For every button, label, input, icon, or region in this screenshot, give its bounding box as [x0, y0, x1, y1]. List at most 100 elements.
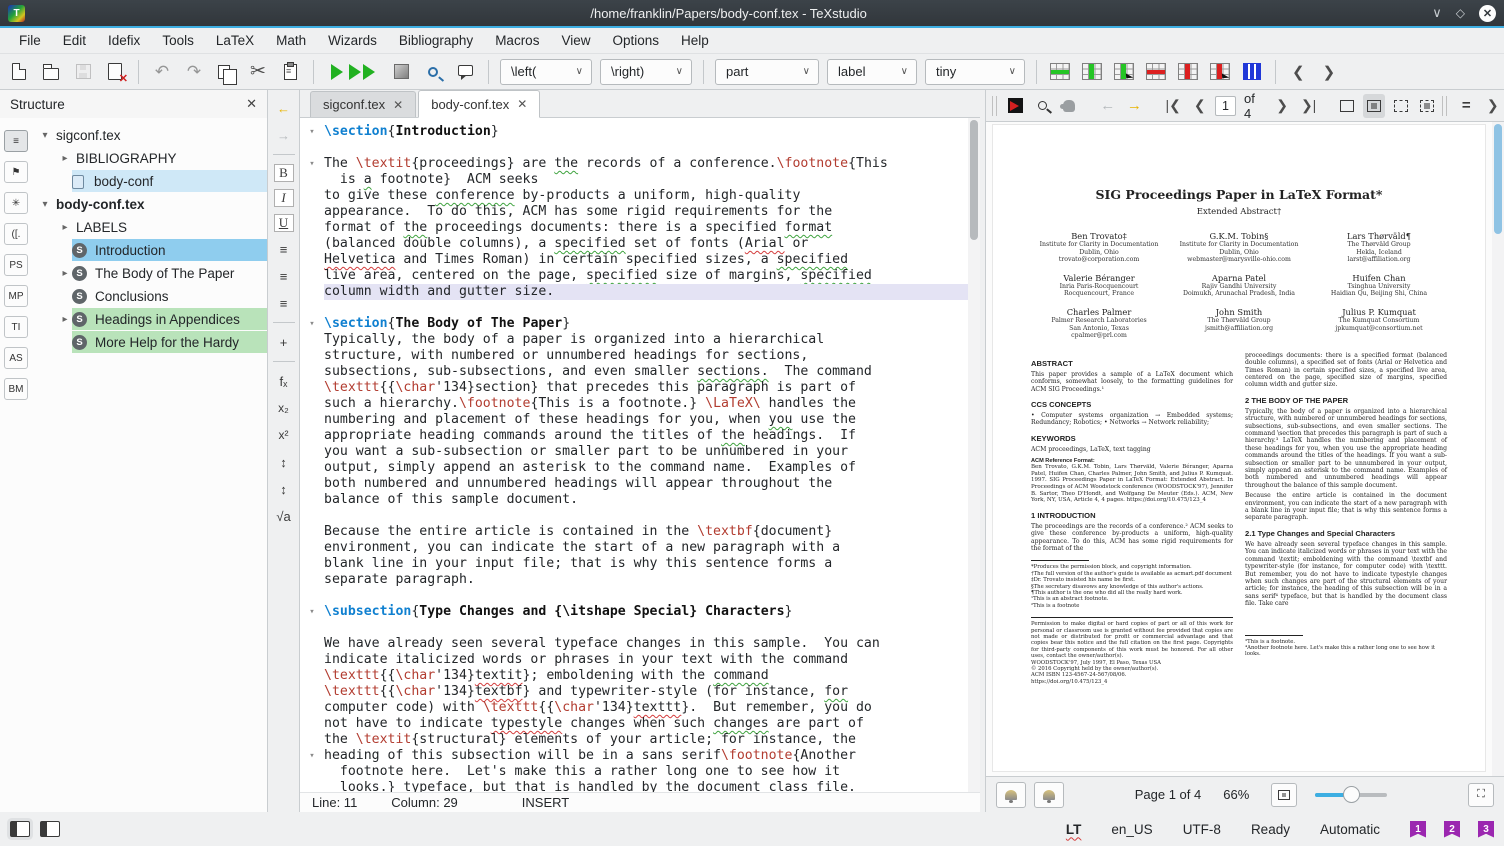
bookmark-2-button[interactable]: 2: [1444, 821, 1460, 838]
fold-marker-icon[interactable]: ▾: [300, 156, 324, 172]
structure-item-body-conf-tex[interactable]: ▾body-conf.tex: [32, 193, 267, 216]
superscript-button[interactable]: x²: [273, 425, 295, 445]
menu-math[interactable]: Math: [265, 30, 317, 51]
menu-macros[interactable]: Macros: [484, 30, 550, 51]
toggle-bottompanel-button[interactable]: [40, 821, 60, 837]
next-change-button[interactable]: →: [273, 125, 295, 145]
menu-bibliography[interactable]: Bibliography: [388, 30, 484, 51]
pdf-fullscreen-button[interactable]: ⛶: [1468, 783, 1494, 807]
add-column-button[interactable]: [1077, 58, 1107, 86]
fold-marker-icon[interactable]: ▾: [300, 604, 324, 620]
menu-options[interactable]: Options: [601, 30, 670, 51]
pdf-page-area[interactable]: SIG Proceedings Paper in LaTeX Format* E…: [986, 122, 1492, 776]
undo-button[interactable]: ↶: [147, 58, 177, 86]
collapse-icon[interactable]: ▾: [38, 130, 52, 141]
bookmark-1-button[interactable]: 1: [1410, 821, 1426, 838]
pdf-zoom-slider[interactable]: [1315, 793, 1387, 797]
new-document-button[interactable]: [4, 58, 34, 86]
dock-asymptote-icon[interactable]: AS: [4, 347, 28, 369]
editor-scrollbar[interactable]: [968, 118, 980, 792]
language-indicator[interactable]: en_US: [1111, 822, 1152, 837]
sectioning-combo[interactable]: part∨: [715, 59, 819, 85]
align-left-button[interactable]: ≡: [273, 239, 295, 259]
fit-custom-button[interactable]: [1416, 94, 1439, 118]
editor-code-area[interactable]: ▾\section{Introduction}▾The \textit{proc…: [300, 118, 968, 792]
remove-row-button[interactable]: [1141, 58, 1171, 86]
sqrt-button[interactable]: √a: [273, 506, 295, 526]
remove-column-button[interactable]: [1173, 58, 1203, 86]
view-pdf-button[interactable]: [418, 58, 448, 86]
align-center-button[interactable]: ≡: [273, 266, 295, 286]
fit-width-button[interactable]: [1336, 94, 1359, 118]
cut-column-button[interactable]: [1205, 58, 1235, 86]
label-combo[interactable]: label∨: [827, 59, 917, 85]
languagetool-indicator[interactable]: LT: [1066, 822, 1082, 837]
pdf-scrollbar[interactable]: [1492, 122, 1504, 776]
menu-edit[interactable]: Edit: [52, 30, 97, 51]
save-button[interactable]: [68, 58, 98, 86]
cut-button[interactable]: ✂: [243, 58, 273, 86]
pdf-expand-toolbar-button[interactable]: ❯: [1481, 94, 1504, 118]
menu-latex[interactable]: LaTeX: [205, 30, 265, 51]
toggle-sidepanel-button[interactable]: [10, 821, 30, 837]
paste-column-button[interactable]: [1109, 58, 1139, 86]
structure-item-labels[interactable]: ▸LABELS: [32, 216, 267, 239]
structure-item-conclusions[interactable]: SConclusions: [32, 285, 267, 308]
expand-icon[interactable]: ▸: [58, 314, 72, 325]
structure-item-the-body-of-the-paper[interactable]: ▸SThe Body of The Paper: [32, 262, 267, 285]
pdf-scroll-hand-button[interactable]: [1058, 94, 1081, 118]
encoding-indicator[interactable]: UTF-8: [1183, 822, 1221, 837]
structure-item-headings-in-appendices[interactable]: ▸SHeadings in Appendices: [32, 308, 267, 331]
frac-button[interactable]: ↕: [273, 452, 295, 472]
expand-icon[interactable]: ▸: [58, 268, 72, 279]
pdf-magnifier-button[interactable]: [1031, 94, 1054, 118]
toolbar-drag-handle[interactable]: [992, 96, 997, 116]
bookmark-3-button[interactable]: 3: [1478, 821, 1494, 838]
open-button[interactable]: [36, 58, 66, 86]
compile-button[interactable]: [354, 58, 384, 86]
minimize-button[interactable]: ∨: [1432, 5, 1442, 21]
toolbar-next-button[interactable]: ❯: [1315, 63, 1344, 81]
dock-structure-view-icon[interactable]: ≡: [4, 130, 28, 152]
dock-symbols-most-used-icon[interactable]: ✳: [4, 192, 28, 214]
bold-button[interactable]: B: [274, 164, 294, 182]
dock-metapost-icon[interactable]: MP: [4, 285, 28, 307]
copy-button[interactable]: [211, 58, 241, 86]
close-document-button[interactable]: ✕: [100, 58, 130, 86]
collapse-icon[interactable]: ▾: [38, 199, 52, 210]
dock-bookmarks-icon[interactable]: ⚑: [4, 161, 28, 183]
underline-button[interactable]: U: [274, 214, 294, 232]
dock-tikz-icon[interactable]: TI: [4, 316, 28, 338]
dock-beamer-icon[interactable]: BM: [4, 378, 28, 400]
structure-item-body-conf[interactable]: body-conf: [32, 170, 267, 193]
menu-wizards[interactable]: Wizards: [317, 30, 388, 51]
pdf-forward-button[interactable]: →: [1123, 94, 1146, 118]
maximize-button[interactable]: ◇: [1456, 6, 1465, 20]
toggle-follow-cursor-button[interactable]: [996, 782, 1026, 808]
menu-idefix[interactable]: Idefix: [97, 30, 151, 51]
linebreak-indicator[interactable]: Automatic: [1320, 822, 1380, 837]
left-delimiter-combo[interactable]: \left(∨: [500, 59, 592, 85]
subscript-button[interactable]: x₂: [273, 398, 295, 418]
structure-item-introduction[interactable]: SIntroduction: [32, 239, 267, 262]
structure-item-sigconf-tex[interactable]: ▾sigconf.tex: [32, 124, 267, 147]
menu-tools[interactable]: Tools: [151, 30, 205, 51]
fit-text-width-button[interactable]: [1389, 94, 1412, 118]
windowed-viewer-button[interactable]: [1005, 94, 1028, 118]
fold-marker-icon[interactable]: ▾: [300, 124, 324, 140]
dfrac-button[interactable]: ↕: [273, 479, 295, 499]
pdf-menu-button[interactable]: =: [1455, 94, 1478, 118]
pdf-page-input[interactable]: 1: [1215, 96, 1236, 116]
stop-button[interactable]: [386, 58, 416, 86]
fit-page-button[interactable]: [1363, 94, 1386, 118]
pdf-next-page-button[interactable]: ❯: [1271, 94, 1294, 118]
font-size-combo[interactable]: tiny∨: [925, 59, 1025, 85]
close-tab-icon[interactable]: ✕: [517, 97, 527, 111]
toggle-sync-button[interactable]: [1034, 782, 1064, 808]
tab-sigconf-tex[interactable]: sigconf.tex✕: [310, 91, 416, 117]
previous-change-button[interactable]: ←: [273, 98, 295, 118]
menu-help[interactable]: Help: [670, 30, 720, 51]
align-right-button[interactable]: ≡: [273, 293, 295, 313]
menu-view[interactable]: View: [550, 30, 601, 51]
dock-pstricks-icon[interactable]: PS: [4, 254, 28, 276]
